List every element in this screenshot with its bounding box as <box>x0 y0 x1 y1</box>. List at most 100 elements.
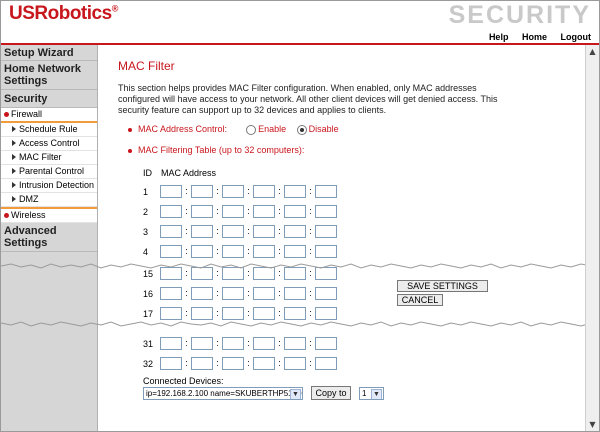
main-content: MAC Filter This section helps provides M… <box>98 45 585 431</box>
cancel-button[interactable]: CANCEL <box>397 294 443 306</box>
enable-radio[interactable] <box>246 124 257 135</box>
logout-link[interactable]: Logout <box>561 32 592 42</box>
mac-octet-input[interactable] <box>315 225 337 238</box>
triangle-right-icon <box>12 126 16 132</box>
sidebar-item-intrusion-detection[interactable]: Intrusion Detection <box>1 179 97 193</box>
mac-octet-input[interactable] <box>253 307 275 320</box>
sidebar-item-wireless[interactable]: Wireless <box>1 207 97 223</box>
mac-octet-input[interactable] <box>315 337 337 350</box>
mac-octet-input[interactable] <box>222 337 244 350</box>
scroll-down-icon[interactable]: ▼ <box>588 420 597 429</box>
triangle-right-icon <box>12 154 16 160</box>
mac-octet-input[interactable] <box>160 245 182 258</box>
sidebar-item-security[interactable]: Security <box>1 90 97 108</box>
sidebar-item-label: Parental Control <box>19 166 85 176</box>
mac-separator: : <box>247 338 250 348</box>
copy-to-button[interactable]: Copy to <box>311 386 351 400</box>
mac-separator: : <box>278 226 281 236</box>
dropdown-caret-icon: ▼ <box>371 389 382 399</box>
mac-octet-input[interactable] <box>191 245 213 258</box>
mac-octet-input[interactable] <box>191 337 213 350</box>
mac-separator: : <box>309 288 312 298</box>
mac-octet-input[interactable] <box>253 287 275 300</box>
mac-separator: : <box>247 226 250 236</box>
mac-octet-input[interactable] <box>284 307 306 320</box>
mac-octet-input[interactable] <box>253 245 275 258</box>
mac-octet-input[interactable] <box>222 245 244 258</box>
mac-octet-input[interactable] <box>284 185 306 198</box>
disable-radio[interactable] <box>296 124 307 135</box>
mac-octet-input[interactable] <box>315 245 337 258</box>
save-settings-button[interactable]: SAVE SETTINGS <box>397 280 488 292</box>
mac-control-label: MAC Address Control: <box>138 124 228 134</box>
triangle-right-icon <box>12 182 16 188</box>
mac-octet-input[interactable] <box>222 185 244 198</box>
sidebar-item-firewall[interactable]: Firewall <box>1 108 97 123</box>
scroll-up-icon[interactable]: ▲ <box>588 47 597 56</box>
copy-target-value: 1 <box>362 389 367 398</box>
mac-octet-input[interactable] <box>253 225 275 238</box>
mac-octet-input[interactable] <box>284 357 306 370</box>
mac-octet-input[interactable] <box>284 205 306 218</box>
mac-octet-input[interactable] <box>253 205 275 218</box>
mac-address-row: ::::: <box>160 307 337 321</box>
mac-octet-input[interactable] <box>222 225 244 238</box>
mac-octet-input[interactable] <box>284 245 306 258</box>
mac-octet-input[interactable] <box>160 225 182 238</box>
mac-separator: : <box>309 226 312 236</box>
mac-octet-input[interactable] <box>284 337 306 350</box>
mac-octet-input[interactable] <box>160 185 182 198</box>
connected-devices-value: ip=192.168.2.100 name=SKUBERTHP5100 <box>146 389 302 398</box>
mac-octet-input[interactable] <box>160 337 182 350</box>
copy-target-select[interactable]: 1 ▼ <box>359 387 384 400</box>
mac-octet-input[interactable] <box>222 205 244 218</box>
mac-separator: : <box>309 308 312 318</box>
sidebar-item-access-control[interactable]: Access Control <box>1 137 97 151</box>
content-scrollbar[interactable]: ▲ ▼ <box>585 45 599 431</box>
sidebar-item-schedule-rule[interactable]: Schedule Rule <box>1 123 97 137</box>
mac-octet-input[interactable] <box>191 205 213 218</box>
sidebar-item-dmz[interactable]: DMZ <box>1 193 97 207</box>
sidebar-item-advanced-settings[interactable]: Advanced Settings <box>1 223 97 252</box>
mac-octet-input[interactable] <box>315 287 337 300</box>
home-link[interactable]: Home <box>522 32 547 42</box>
mac-octet-input[interactable] <box>160 357 182 370</box>
connected-devices-select[interactable]: ip=192.168.2.100 name=SKUBERTHP5100 ▼ <box>143 387 303 400</box>
mac-octet-input[interactable] <box>315 205 337 218</box>
mac-octet-input[interactable] <box>315 185 337 198</box>
mac-octet-input[interactable] <box>315 357 337 370</box>
mac-octet-input[interactable] <box>222 287 244 300</box>
help-link[interactable]: Help <box>489 32 509 42</box>
mac-octet-input[interactable] <box>284 287 306 300</box>
mac-octet-input[interactable] <box>191 225 213 238</box>
mac-octet-input[interactable] <box>253 357 275 370</box>
enable-label: Enable <box>258 124 287 134</box>
mac-octet-input[interactable] <box>253 337 275 350</box>
sidebar-item-home-network[interactable]: Home Network Settings <box>1 61 97 90</box>
mac-octet-input[interactable] <box>191 185 213 198</box>
mac-octet-input[interactable] <box>315 307 337 320</box>
mac-octet-input[interactable] <box>191 287 213 300</box>
mac-address-row: ::::: <box>160 357 337 371</box>
red-dot-icon <box>4 213 9 218</box>
mac-separator: : <box>185 186 188 196</box>
mac-octet-input[interactable] <box>160 287 182 300</box>
mac-address-row: ::::: <box>160 205 337 219</box>
sidebar-item-parental-control[interactable]: Parental Control <box>1 165 97 179</box>
mac-separator: : <box>216 226 219 236</box>
mac-octet-input[interactable] <box>222 307 244 320</box>
mac-table-label: MAC Filtering Table (up to 32 computers)… <box>138 145 305 155</box>
mac-octet-input[interactable] <box>191 357 213 370</box>
mac-separator: : <box>216 246 219 256</box>
sidebar-item-mac-filter[interactable]: MAC Filter <box>1 151 97 165</box>
mac-address-row: ::::: <box>160 287 337 301</box>
mac-octet-input[interactable] <box>191 307 213 320</box>
mac-octet-input[interactable] <box>253 185 275 198</box>
mac-octet-input[interactable] <box>284 225 306 238</box>
sidebar-item-setup-wizard[interactable]: Setup Wizard <box>1 46 97 61</box>
mac-octet-input[interactable] <box>222 357 244 370</box>
mac-table-heading: MAC Filtering Table (up to 32 computers)… <box>128 145 304 155</box>
mac-octet-input[interactable] <box>160 205 182 218</box>
mac-octet-input[interactable] <box>160 307 182 320</box>
mac-separator: : <box>247 186 250 196</box>
